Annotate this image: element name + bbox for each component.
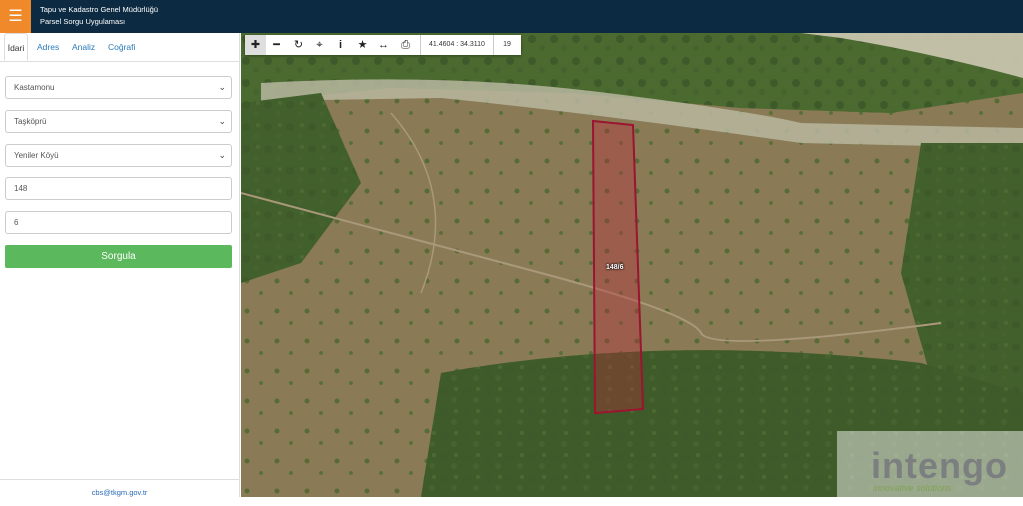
mahalle-select-value: Yeniler Köyü	[14, 151, 59, 160]
chevron-down-icon: ⌄	[218, 82, 226, 92]
zoom-level-readout: 19	[503, 41, 511, 48]
il-select[interactable]: Kastamonu ⌄	[5, 76, 232, 99]
mahalle-select[interactable]: Yeniler Köyü ⌄	[5, 144, 232, 167]
tab-adres[interactable]: Adres	[37, 33, 59, 61]
info-button[interactable]: i	[330, 35, 351, 55]
favorite-button[interactable]: ★	[352, 35, 373, 55]
zoom-out-icon: ━	[273, 39, 280, 51]
zoom-in-icon: ✚	[250, 39, 261, 51]
star-icon: ★	[357, 39, 368, 51]
zoom-in-button[interactable]: ✚	[245, 35, 266, 55]
watermark-text: intengo	[871, 445, 1008, 486]
hamburger-icon: ☰	[8, 8, 23, 25]
info-icon: i	[338, 39, 343, 51]
hamburger-menu-button[interactable]: ☰	[0, 0, 31, 33]
app-title-line1: Tapu ve Kadastro Genel Müdürlüğü	[40, 5, 158, 14]
measure-button[interactable]: ↔	[373, 35, 394, 55]
tab-idari[interactable]: İdari	[4, 33, 28, 61]
locate-button[interactable]: ⌖	[309, 35, 330, 55]
ilce-select[interactable]: Taşköprü ⌄	[5, 110, 232, 133]
chevron-down-icon: ⌄	[218, 150, 226, 160]
ilce-select-value: Taşköprü	[14, 117, 47, 126]
measure-icon: ↔	[378, 39, 389, 51]
refresh-button[interactable]: ↻	[288, 35, 309, 55]
sorgula-button[interactable]: Sorgula	[5, 245, 232, 268]
ada-input[interactable]: 148	[5, 177, 232, 200]
watermark-logo: intengo innovative solutions	[837, 431, 1023, 497]
map-view[interactable]: ✚ ━ ↻ ⌖ i ★ ↔ ⎙ 41.4604 : 34.3110 19 148…	[241, 33, 1023, 497]
map-toolbar: ✚ ━ ↻ ⌖ i ★ ↔ ⎙ 41.4604 : 34.3110 19	[245, 35, 521, 55]
footer-email-link[interactable]: cbs@tkgm.gov.tr	[0, 479, 239, 498]
refresh-icon: ↻	[293, 39, 304, 51]
satellite-imagery	[241, 33, 1023, 497]
sidebar-tabs: İdari Adres Analiz Coğrafi	[0, 33, 240, 62]
print-button[interactable]: ⎙	[395, 35, 416, 55]
il-select-value: Kastamonu	[14, 83, 55, 92]
tab-cografi[interactable]: Coğrafi	[108, 33, 135, 61]
app-title: Tapu ve Kadastro Genel Müdürlüğü Parsel …	[40, 4, 158, 28]
parsel-input[interactable]: 6	[5, 211, 232, 234]
app-title-line2: Parsel Sorgu Uygulaması	[40, 17, 126, 26]
app-header: ☰ Tapu ve Kadastro Genel Müdürlüğü Parse…	[0, 0, 1023, 33]
parcel-label: 148/6	[606, 264, 624, 271]
zoom-out-button[interactable]: ━	[266, 35, 287, 55]
print-icon: ⎙	[401, 39, 410, 51]
sidebar: İdari Adres Analiz Coğrafi Kastamonu ⌄ T…	[0, 33, 240, 497]
locate-icon: ⌖	[316, 39, 323, 51]
chevron-down-icon: ⌄	[218, 116, 226, 126]
coordinate-readout: 41.4604 : 34.3110	[420, 35, 494, 55]
watermark-subtitle: innovative solutions	[873, 483, 952, 493]
tab-analiz[interactable]: Analiz	[72, 33, 95, 61]
